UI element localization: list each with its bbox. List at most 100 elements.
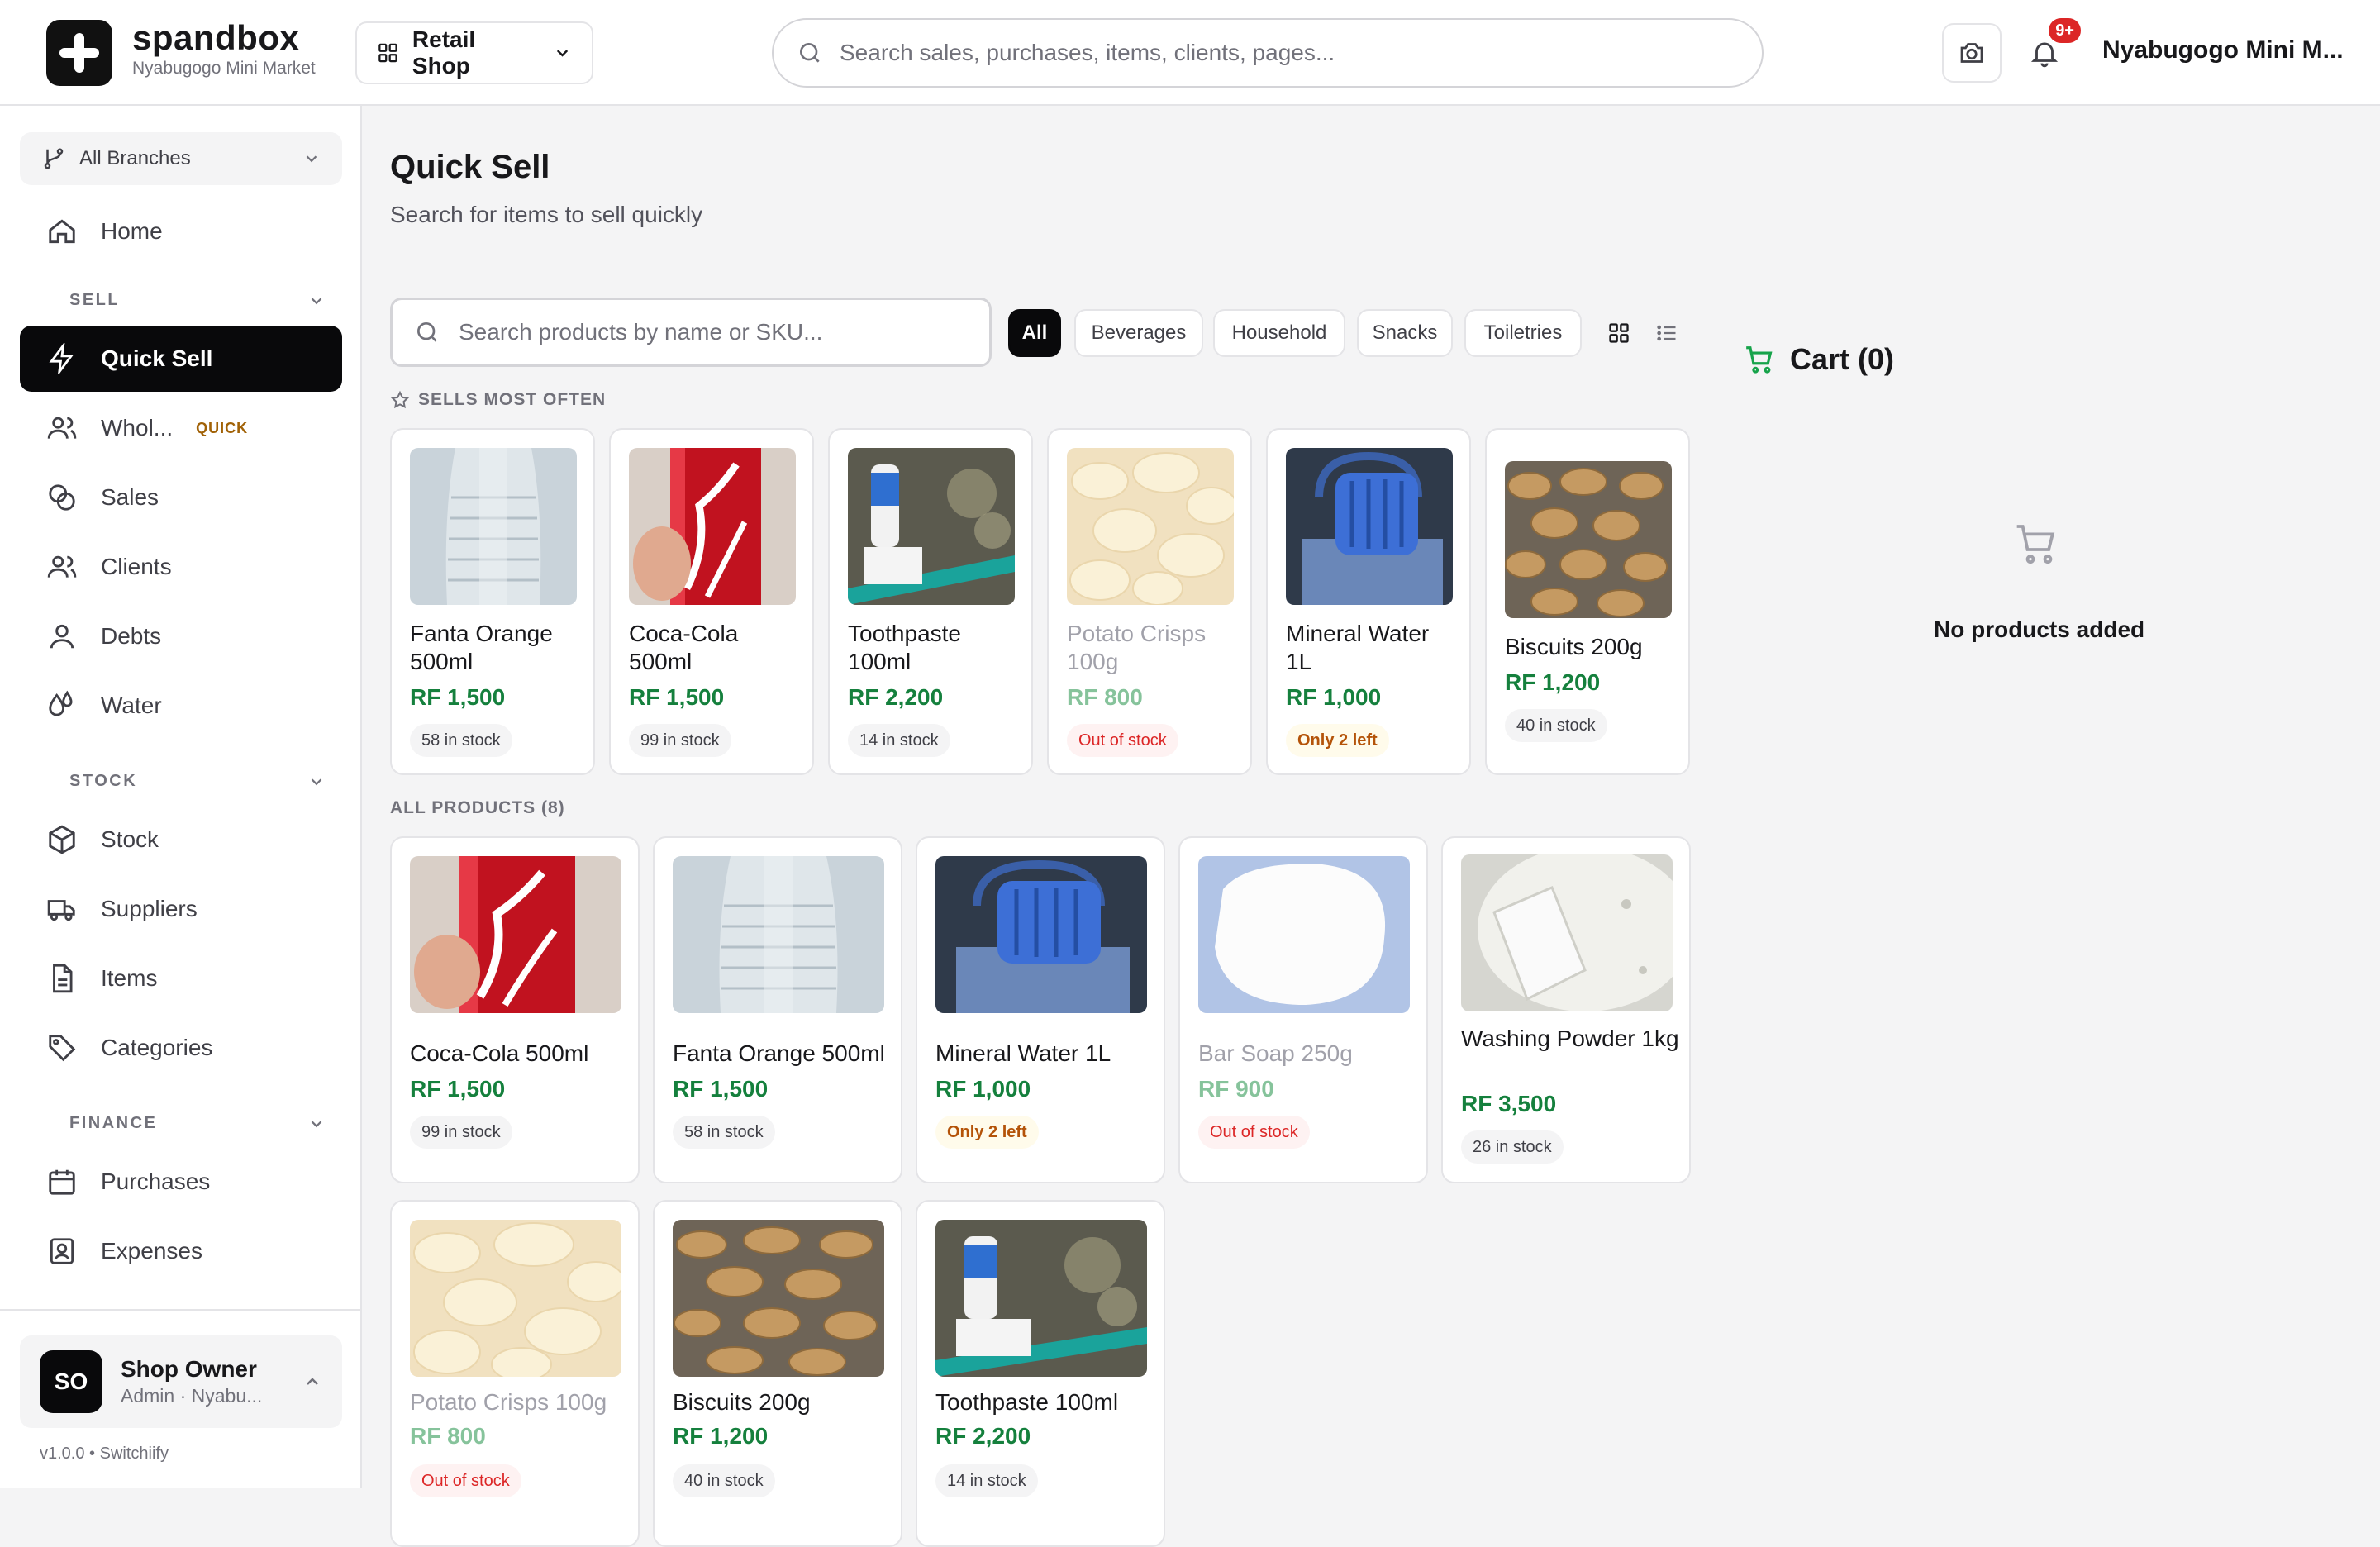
nav-home[interactable]: Home <box>20 198 342 264</box>
product-name: Biscuits 200g <box>673 1389 811 1415</box>
sells-most-often-label: SELLS MOST OFTEN <box>418 390 607 409</box>
grid-view-button[interactable] <box>1597 309 1641 357</box>
product-card[interactable]: Fanta Orange 500ml RF 1,500 58 in stock <box>653 836 902 1183</box>
product-name: Potato Crisps 100g <box>410 1389 607 1415</box>
nav-expenses[interactable]: Expenses <box>20 1218 342 1284</box>
product-price: RF 2,200 <box>848 684 944 710</box>
all-products-header: ALL PRODUCTS (8) <box>390 798 565 817</box>
nav-stock[interactable]: Stock <box>20 807 342 873</box>
product-price: RF 1,000 <box>935 1076 1031 1102</box>
product-search-placeholder: Search products by name or SKU... <box>459 319 823 345</box>
nav-suppliers[interactable]: Suppliers <box>20 876 342 942</box>
stock-badge: Out of stock <box>410 1464 521 1497</box>
filter-snacks[interactable]: Snacks <box>1357 309 1453 357</box>
section-stock-label: STOCK <box>69 772 138 790</box>
nav-categories-label: Categories <box>101 1035 213 1060</box>
stock-badge: Out of stock <box>1067 724 1178 757</box>
nav-debts[interactable]: Debts <box>20 603 342 669</box>
product-image <box>410 448 577 605</box>
app-logo[interactable] <box>46 20 112 86</box>
nav-sales[interactable]: Sales <box>20 464 342 531</box>
brand: spandbox Nyabugogo Mini Market <box>132 18 316 79</box>
calendar-icon <box>49 1169 75 1195</box>
product-price: RF 900 <box>1198 1076 1274 1102</box>
brand-name: spandbox <box>132 18 300 57</box>
chevron-up-icon <box>307 1378 318 1385</box>
product-card[interactable]: Toothpaste 100ml RF 2,200 14 in stock <box>916 1200 1165 1547</box>
product-card[interactable]: Mineral Water 1L RF 1,000 Only 2 left <box>916 836 1165 1183</box>
profile-role: Admin · Nyabu... <box>121 1385 263 1407</box>
stock-badge: 26 in stock <box>1461 1130 1564 1164</box>
branch-label: All Branches <box>79 147 191 169</box>
filter-all[interactable]: All <box>1008 309 1061 357</box>
profile-menu[interactable]: SO Shop Owner Admin · Nyabu... <box>20 1335 342 1428</box>
nav-wholesale-label: Whol... <box>101 415 174 440</box>
plus-icon <box>60 33 99 73</box>
product-card[interactable]: Potato Crisps 100g RF 800 Out of stock <box>1047 428 1252 775</box>
section-sell-header[interactable]: SELL <box>69 291 326 310</box>
product-card[interactable]: Coca-Cola 500ml RF 1,500 99 in stock <box>390 836 640 1183</box>
product-name: Potato Crisps 100g <box>1067 621 1207 674</box>
product-name: Toothpaste 100ml <box>935 1389 1119 1415</box>
section-stock-header[interactable]: STOCK <box>69 772 326 791</box>
camera-icon <box>1960 43 1983 63</box>
product-card[interactable]: Coca-Cola 500ml RF 1,500 99 in stock <box>609 428 814 775</box>
nav-wholesale[interactable]: Whol... QUICK <box>20 395 342 461</box>
product-card[interactable]: Biscuits 200g RF 1,200 40 in stock <box>653 1200 902 1547</box>
camera-button[interactable] <box>1942 23 2002 83</box>
product-price: RF 1,500 <box>410 684 506 710</box>
stock-badge: 58 in stock <box>410 724 512 757</box>
list-view-button[interactable] <box>1645 309 1689 357</box>
chevron-down-icon <box>311 297 322 304</box>
branch-select[interactable]: All Branches <box>20 132 342 185</box>
shop-type-select[interactable]: Retail Shop <box>355 21 593 84</box>
sells-most-often-header: SELLS MOST OFTEN <box>390 390 606 410</box>
notification-count-badge: 9+ <box>2049 18 2081 43</box>
stock-badge: 40 in stock <box>673 1464 775 1497</box>
product-card[interactable]: Washing Powder 1kg RF 3,500 26 in stock <box>1441 836 1691 1183</box>
nav-quick-sell-label: Quick Sell <box>101 345 213 371</box>
product-image <box>673 1220 884 1377</box>
product-image <box>629 448 796 605</box>
product-image <box>935 856 1147 1013</box>
nav-stock-label: Stock <box>101 826 159 852</box>
chevron-down-icon <box>311 1120 322 1127</box>
product-image <box>1505 461 1672 618</box>
product-image <box>673 856 884 1013</box>
nav-clients[interactable]: Clients <box>20 534 342 600</box>
product-name: Mineral Water 1L <box>1286 621 1430 674</box>
product-image <box>1461 854 1673 1011</box>
lightning-icon <box>49 343 74 374</box>
product-card[interactable]: Fanta Orange 500ml RF 1,500 58 in stock <box>390 428 595 775</box>
users-icon <box>47 555 77 578</box>
product-card[interactable]: Bar Soap 250g RF 900 Out of stock <box>1178 836 1428 1183</box>
notifications-button[interactable]: 9+ <box>2015 18 2081 83</box>
nav-categories[interactable]: Categories <box>20 1015 342 1081</box>
nav-purchases[interactable]: Purchases <box>20 1149 342 1215</box>
box-icon <box>49 825 75 854</box>
product-card[interactable]: Mineral Water 1L RF 1,000 Only 2 left <box>1266 428 1471 775</box>
product-price: RF 1,200 <box>673 1423 769 1449</box>
product-name: Coca-Cola 500ml <box>410 1040 589 1066</box>
product-name: Biscuits 200g <box>1505 634 1643 659</box>
product-card[interactable]: Potato Crisps 100g RF 800 Out of stock <box>390 1200 640 1547</box>
nav-debts-label: Debts <box>101 623 162 649</box>
nav-quick-sell[interactable]: Quick Sell <box>20 326 342 392</box>
nav-water[interactable]: Water <box>20 673 342 739</box>
filter-household[interactable]: Household <box>1213 309 1345 357</box>
filter-toiletries[interactable]: Toiletries <box>1464 309 1582 357</box>
page-title: Quick Sell <box>390 149 550 185</box>
global-search-input[interactable]: Search sales, purchases, items, clients,… <box>772 18 1764 88</box>
product-search-input[interactable]: Search products by name or SKU... <box>390 298 992 367</box>
section-finance-header[interactable]: FINANCE <box>69 1114 326 1133</box>
product-name: Mineral Water 1L <box>935 1040 1111 1066</box>
product-price: RF 1,000 <box>1286 684 1382 710</box>
product-card[interactable]: Toothpaste 100ml RF 2,200 14 in stock <box>828 428 1033 775</box>
product-card[interactable]: Biscuits 200g RF 1,200 40 in stock <box>1485 428 1690 775</box>
nav-items[interactable]: Items <box>20 945 342 1011</box>
stock-badge: Only 2 left <box>1286 724 1389 757</box>
nav-clients-label: Clients <box>101 554 172 579</box>
account-name[interactable]: Nyabugogo Mini M... <box>2102 36 2344 64</box>
filter-beverages[interactable]: Beverages <box>1074 309 1203 357</box>
product-price: RF 1,500 <box>410 1076 506 1102</box>
